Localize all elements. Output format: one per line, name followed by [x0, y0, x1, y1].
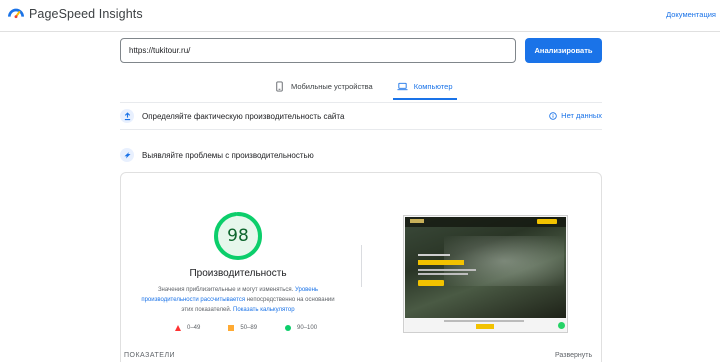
- legend-average-range: 50–89: [240, 325, 258, 331]
- url-input[interactable]: [120, 38, 516, 63]
- brand-title: PageSpeed Insights: [29, 7, 143, 21]
- note-prefix: Значения приблизительные и могут изменят…: [157, 287, 295, 293]
- final-screenshot: [403, 215, 568, 333]
- performance-title: Производительность: [189, 268, 287, 279]
- screenshot-text-line: [418, 269, 476, 271]
- device-tabs: Мобильные устройства Компьютер: [270, 74, 457, 100]
- screenshot-footer-button: [476, 324, 494, 329]
- performance-score: 98: [227, 226, 249, 246]
- tab-mobile[interactable]: Мобильные устройства: [270, 74, 377, 99]
- tab-desktop-label: Компьютер: [413, 82, 453, 91]
- legend-fail-range: 0–49: [187, 325, 201, 331]
- analyze-button[interactable]: Анализировать: [525, 38, 602, 63]
- screenshot-text-line: [418, 273, 468, 275]
- field-data-icon: [120, 109, 134, 123]
- tab-mobile-label: Мобильные устройства: [291, 82, 373, 91]
- screenshot-logo: [410, 219, 424, 223]
- expand-toggle[interactable]: Развернуть: [555, 352, 592, 359]
- legend-fail: 0–49: [175, 325, 200, 331]
- diagnostics-title: Выявляйте проблемы с производительностью: [142, 150, 314, 160]
- documentation-link[interactable]: Документация: [666, 10, 716, 19]
- performance-note: Значения приблизительные и могут изменят…: [136, 285, 340, 315]
- laptop-icon: [397, 82, 408, 91]
- lab-data-icon: [120, 148, 134, 162]
- whatsapp-icon: [558, 322, 565, 329]
- info-icon: [549, 111, 557, 120]
- smartphone-icon: [276, 81, 283, 92]
- metrics-heading: ПОКАЗАТЕЛИ: [124, 352, 176, 359]
- screenshot-nav-button: [537, 219, 557, 224]
- field-data-section[interactable]: Определяйте фактическую производительнос…: [120, 102, 602, 130]
- performance-card: 98 Производительность Значения приблизит…: [120, 172, 602, 362]
- diagnostics-section: Выявляйте проблемы с производительностью: [120, 140, 602, 170]
- no-data-label: Нет данных: [561, 111, 602, 120]
- no-data-indicator[interactable]: Нет данных: [549, 111, 602, 120]
- square-icon: [228, 325, 235, 331]
- brand[interactable]: PageSpeed Insights: [8, 6, 143, 22]
- card-divider: [361, 245, 362, 287]
- triangle-icon: [175, 325, 181, 331]
- screenshot-cta: [418, 280, 444, 286]
- screenshot-footer-text: [444, 320, 524, 322]
- screenshot-headline: [418, 260, 464, 265]
- score-legend: 0–49 50–89 90–100: [175, 325, 317, 331]
- pagespeed-logo-icon: [8, 8, 24, 19]
- circle-icon: [285, 325, 292, 331]
- screenshot-text-line: [418, 254, 450, 256]
- tab-desktop[interactable]: Компьютер: [392, 74, 457, 100]
- top-bar: PageSpeed Insights Документация: [0, 0, 720, 32]
- legend-pass-range: 90–100: [297, 325, 318, 331]
- show-calculator-link[interactable]: Показать калькулятор: [233, 307, 295, 313]
- legend-average: 50–89: [228, 325, 257, 331]
- legend-pass: 90–100: [285, 325, 317, 331]
- field-data-title: Определяйте фактическую производительнос…: [142, 111, 345, 121]
